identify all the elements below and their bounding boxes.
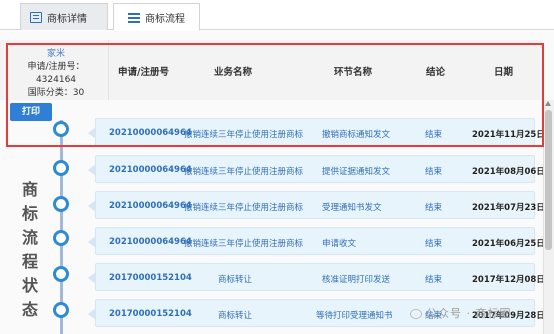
row-reg-no: 20210000064964 [109,237,192,247]
row-reg-no: 20210000064964 [109,128,192,138]
tab-label: 商标流程 [145,13,185,25]
row-date: 2021年06月25日 [472,239,545,249]
header-result: 结论 [426,67,446,78]
scrollbar-thumb[interactable] [545,110,552,250]
tab-bar: 商标详情 商标流程 [0,0,554,31]
wechat-icon [410,309,422,319]
list-icon [128,12,140,23]
tab-label: 商标详情 [47,13,87,25]
print-button[interactable]: 打印 [10,103,52,121]
row-result: 结束 [425,275,443,285]
row-result: 结束 [425,167,443,177]
timeline-dot [53,160,69,176]
timeline-dot [53,266,69,282]
timeline-dot [53,230,69,246]
trademark-class: 国际分类：30 [27,88,85,98]
row-business: 撤销连续三年停止使用注册商标 [184,167,304,177]
header-date: 日期 [494,67,514,78]
row-result: 结束 [425,239,443,249]
row-step: 等待打印受理通知书 [316,311,393,321]
row-date: 2021年11月25日 [472,130,545,140]
divider [108,40,109,100]
header-business: 业务名称 [214,67,253,78]
row-pointer [88,200,96,212]
row-step: 撤销商标通知发文 [322,130,391,140]
row-step: 核准证明打印发送 [322,275,391,285]
row-reg-no: 20170000152104 [109,273,192,283]
row-reg-no: 20170000152104 [109,309,192,319]
row-business: 撤销连续三年停止使用注册商标 [184,203,304,213]
header-step: 环节名称 [334,67,373,78]
process-status-label: 商标流程状态 [21,180,38,319]
scroll-up-arrow-icon[interactable] [545,101,551,106]
row-result: 结束 [425,130,443,140]
row-step: 提供证据通知发文 [322,167,391,177]
row-step: 申请收文 [322,239,357,249]
timeline-dot [53,121,69,137]
watermark-text: 公众号 · 商标圈 [426,307,512,320]
row-result: 结束 [425,203,443,213]
tab-trademark-detail[interactable]: 商标详情 [20,3,108,30]
table-row: 20210000064964 撤销连续三年停止使用注册商标 申请收文 结束 20… [88,227,545,255]
table-row: 20210000064964 撤销连续三年停止使用注册商标 提供证据通知发文 结… [88,155,545,183]
row-business: 商标转让 [218,275,253,285]
timeline-dot [53,196,69,212]
trademark-reg-no: 申请/注册号：4324164 [27,62,85,85]
row-date: 2021年08月06日 [472,167,545,177]
table-row: 20170000152104 商标转让 核准证明打印发送 结束 2017年12月… [88,263,545,291]
row-date: 2021年07月23日 [472,203,545,213]
timeline-dot [53,302,69,318]
row-business: 撤销连续三年停止使用注册商标 [184,239,304,249]
row-pointer [88,272,96,284]
row-date: 2017年12月08日 [472,275,545,285]
trademark-name: 家米 [46,49,65,59]
row-pointer [88,308,96,320]
trademark-summary: 家米 申请/注册号：4324164 国际分类：30 [8,48,104,100]
row-pointer [88,236,96,248]
row-business: 撤销连续三年停止使用注册商标 [184,130,304,140]
document-icon [30,11,42,23]
row-business: 商标转让 [218,311,253,321]
table-row: 20210000064964 撤销连续三年停止使用注册商标 受理通知书发文 结束… [88,191,545,219]
tab-trademark-process[interactable]: 商标流程 [113,3,200,31]
header-reg-no: 申请/注册号 [118,67,169,78]
row-pointer [88,164,96,176]
row-step: 受理通知书发文 [322,203,382,213]
row-pointer [88,127,96,139]
row-reg-no: 20210000064964 [109,201,192,211]
table-row: 20210000064964 撤销连续三年停止使用注册商标 撤销商标通知发文 结… [88,118,545,146]
row-reg-no: 20210000064964 [109,165,192,175]
